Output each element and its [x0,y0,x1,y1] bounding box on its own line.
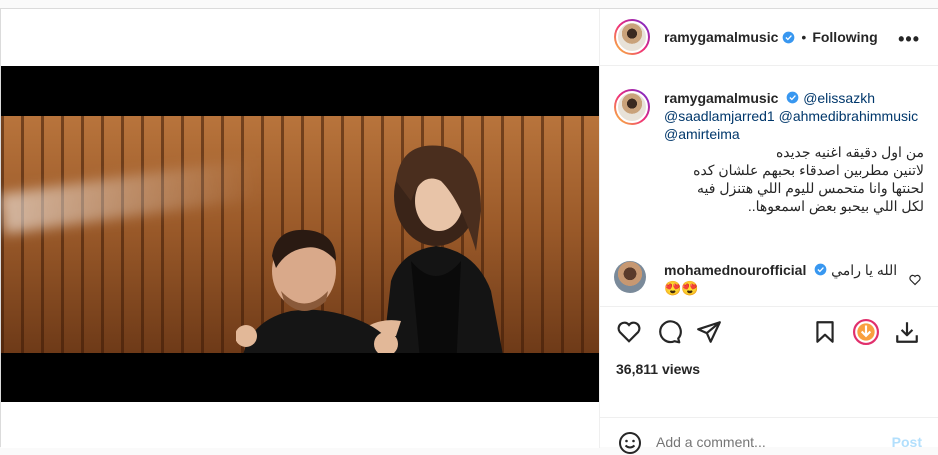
views-count: 36,811 views [616,361,701,377]
add-comment-bar: Post [600,417,938,454]
post-sidebar: ramygamalmusic • Following ••• ramygamal… [599,9,938,454]
author-username[interactable]: ramygamalmusic [664,29,778,45]
caption-username[interactable]: ramygamalmusic [664,90,778,106]
save-icon[interactable] [894,319,920,345]
commenter-username[interactable]: mohamednourofficial [664,262,806,278]
mention-link[interactable]: @saadlamjarred1 [664,108,775,124]
media-panel [1,9,599,448]
mention-link[interactable]: @elissazkh [803,90,875,106]
bookmark-icon[interactable] [812,319,838,345]
comment-emojis: 😍😍 [664,280,699,296]
post-caption: ramygamalmusic @elissazkh @saadlamjarred… [614,89,924,215]
caption-line: لاتنين مطربين اصدقاء بحبهم علشان كده [693,162,924,178]
verified-badge-icon [786,91,799,104]
comment-text: الله يا رامي [831,262,898,278]
author-avatar[interactable] [614,19,650,55]
mention-link[interactable]: @ahmedibrahimmusic [779,108,918,124]
caption-text: ramygamalmusic @elissazkh @saadlamjarred… [664,89,924,215]
comment-like-icon[interactable] [909,274,921,286]
separator-dot: • [801,29,807,45]
more-options-button[interactable]: ••• [898,29,920,50]
caption-avatar[interactable] [614,89,650,125]
caption-line: لكل اللي بيحبو بعض اسمعوها.. [747,198,924,214]
comment-input[interactable] [656,434,856,450]
comment-item: mohamednourofficial الله يا رامي 😍😍 [614,261,934,297]
post-actions [600,306,938,358]
post-button[interactable]: Post [892,434,922,450]
caption-line: لحنتها وانا متحمس لليوم اللي هتنزل فيه [697,180,924,196]
post-modal: ramygamalmusic • Following ••• ramygamal… [0,8,938,454]
commenter-avatar[interactable] [614,261,646,293]
verified-badge-icon [783,31,795,43]
verified-badge-icon [814,263,827,276]
caption-line: من اول دقيقه اغنيه جديده [775,144,924,160]
video-frame [1,116,599,353]
mention-link[interactable]: @amirteima [664,126,740,142]
following-button[interactable]: Following [812,29,877,45]
video-player[interactable] [1,66,599,402]
emoji-icon[interactable] [618,431,642,455]
share-icon[interactable] [696,319,722,345]
post-header: ramygamalmusic • Following ••• [600,9,938,66]
light-beam [1,158,263,234]
singer-man-figure [236,229,398,353]
comment-icon[interactable] [656,319,682,345]
comment-body: mohamednourofficial الله يا رامي 😍😍 [664,261,904,297]
heart-icon[interactable] [616,319,642,345]
download-icon[interactable] [853,319,879,345]
